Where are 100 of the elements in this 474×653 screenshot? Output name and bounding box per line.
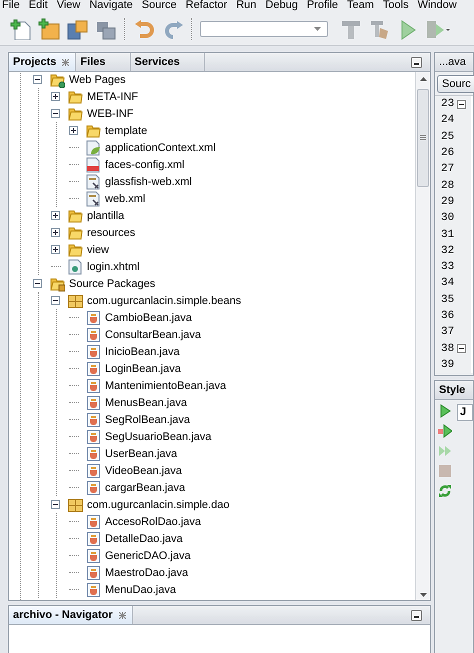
folder-icon <box>67 208 83 224</box>
tree-item[interactable]: SegRolBean.java <box>103 414 192 426</box>
panel-tab[interactable]: archivo - Navigator <box>9 606 133 624</box>
close-icon[interactable] <box>62 58 70 66</box>
menu-item[interactable]: View <box>56 0 80 12</box>
line-number: 38 <box>441 342 454 355</box>
menu-item[interactable]: Run <box>236 0 256 12</box>
expand-toggle-icon[interactable] <box>69 126 78 135</box>
tree-item[interactable]: com.ugurcanlacin.simple.dao <box>85 498 232 510</box>
java-file-icon <box>85 480 101 496</box>
tree-item[interactable]: template <box>103 124 150 136</box>
tree-item[interactable]: plantilla <box>85 210 126 222</box>
expand-toggle-icon[interactable] <box>51 92 60 101</box>
menu-item[interactable]: File <box>2 0 20 12</box>
collapse-toggle-icon[interactable] <box>51 109 60 118</box>
java-file-icon <box>85 564 101 580</box>
java-file-icon <box>85 514 101 530</box>
tree-item[interactable]: MantenimientoBean.java <box>103 380 228 392</box>
dropdown-arrow-icon <box>314 26 321 30</box>
tree-item[interactable]: view <box>85 244 112 256</box>
tree-item[interactable]: GenericDAO.java <box>103 550 193 562</box>
scrollbar[interactable] <box>415 72 430 600</box>
java-file-icon <box>85 394 101 410</box>
tree-item[interactable]: MaestroDao.java <box>103 566 190 578</box>
fold-icon[interactable] <box>457 344 466 354</box>
line-number: 33 <box>441 261 454 274</box>
menu-item[interactable]: Tools <box>382 0 409 12</box>
line-number: 28 <box>441 180 454 192</box>
run-from-start-icon[interactable] <box>438 424 452 438</box>
close-icon[interactable] <box>118 612 126 618</box>
collapse-toggle-icon[interactable] <box>33 75 42 84</box>
tree-item[interactable]: web.xml <box>103 192 148 204</box>
tree-item[interactable]: CambioBean.java <box>103 312 194 324</box>
panel-tab[interactable]: Projects <box>9 53 76 71</box>
panel-tab[interactable]: Services <box>130 53 205 71</box>
refresh-icon[interactable] <box>438 484 452 498</box>
tree-item[interactable]: faces-config.xml <box>103 158 186 170</box>
java-file-icon <box>85 548 101 564</box>
folder-icon <box>67 106 83 122</box>
folder-icon <box>67 88 83 104</box>
line-number: 31 <box>441 228 454 241</box>
xml-file-icon <box>85 174 101 190</box>
tree-item[interactable]: Web Pages <box>67 74 128 86</box>
menu-item[interactable]: Source <box>142 0 177 12</box>
panel-tab[interactable]: Files <box>76 53 130 71</box>
tree-item[interactable]: DetalleDao.java <box>103 532 185 544</box>
java-file-icon <box>85 344 101 360</box>
collapse-toggle-icon[interactable] <box>51 500 60 509</box>
scroll-up-icon[interactable] <box>420 77 426 81</box>
line-number: 36 <box>441 310 454 322</box>
tree-item[interactable]: SegUsuarioBean.java <box>103 430 214 442</box>
expand-toggle-icon[interactable] <box>51 211 60 220</box>
tree-item[interactable]: resources <box>85 226 138 238</box>
menu-item[interactable]: Edit <box>28 0 48 12</box>
new-project-icon[interactable] <box>38 18 60 40</box>
open-project-icon[interactable] <box>66 18 88 40</box>
java-file-icon <box>85 428 101 444</box>
expand-toggle-icon[interactable] <box>51 245 60 254</box>
line-number: 37 <box>441 326 454 338</box>
run-icon[interactable] <box>438 404 452 418</box>
fold-icon[interactable] <box>457 100 466 109</box>
menu-item[interactable]: Refactor <box>186 0 228 12</box>
tree-item[interactable]: applicationContext.xml <box>103 142 218 154</box>
tree-item[interactable]: META-INF <box>85 90 140 102</box>
tree-item[interactable]: AccesoRolDao.java <box>103 516 203 528</box>
tree-item[interactable]: MenuDao.java <box>103 584 178 596</box>
source-button[interactable]: Sourc <box>437 75 474 93</box>
scroll-down-icon[interactable] <box>420 593 426 597</box>
collapse-toggle-icon[interactable] <box>51 296 60 305</box>
java-file-icon <box>85 530 101 546</box>
tree-item[interactable]: ConsultarBean.java <box>103 328 204 340</box>
tree-item[interactable]: MenusBean.java <box>103 396 189 408</box>
menu-item[interactable]: Team <box>347 0 374 12</box>
menu-item[interactable]: Navigate <box>89 0 133 12</box>
tree-item[interactable]: WEB-INF <box>85 108 136 120</box>
source-folder-icon <box>49 276 65 292</box>
tree-item[interactable]: cargarBean.java <box>103 482 188 494</box>
panel-tab[interactable]: J <box>457 404 473 421</box>
folder-icon <box>85 122 101 138</box>
tree-item[interactable]: UserBean.java <box>103 448 180 460</box>
collapse-toggle-icon[interactable] <box>33 279 42 288</box>
menu-item[interactable]: Debug <box>265 0 298 12</box>
web-file-icon <box>67 258 83 274</box>
minimize-icon[interactable] <box>411 56 422 68</box>
expand-toggle-icon[interactable] <box>51 228 60 237</box>
tree-item[interactable]: InicioBean.java <box>103 346 182 358</box>
tree-item[interactable]: glassfish-web.xml <box>103 176 194 188</box>
package-icon <box>67 496 83 512</box>
menu-item[interactable]: Window <box>418 0 457 12</box>
grip-icon <box>420 135 426 141</box>
tree-item[interactable]: login.xhtml <box>85 260 142 272</box>
menu-item[interactable]: Profile <box>306 0 338 12</box>
tree-item[interactable]: com.ugurcanlacin.simple.beans <box>85 294 244 306</box>
java-file-icon <box>85 310 101 326</box>
tree-item[interactable]: LoginBean.java <box>103 362 183 374</box>
line-number: 32 <box>441 244 454 257</box>
tree-item[interactable]: VideoBean.java <box>103 464 184 476</box>
tree-item[interactable]: Source Packages <box>67 278 158 290</box>
minimize-icon[interactable] <box>411 610 422 620</box>
new-file-icon[interactable] <box>10 18 32 40</box>
